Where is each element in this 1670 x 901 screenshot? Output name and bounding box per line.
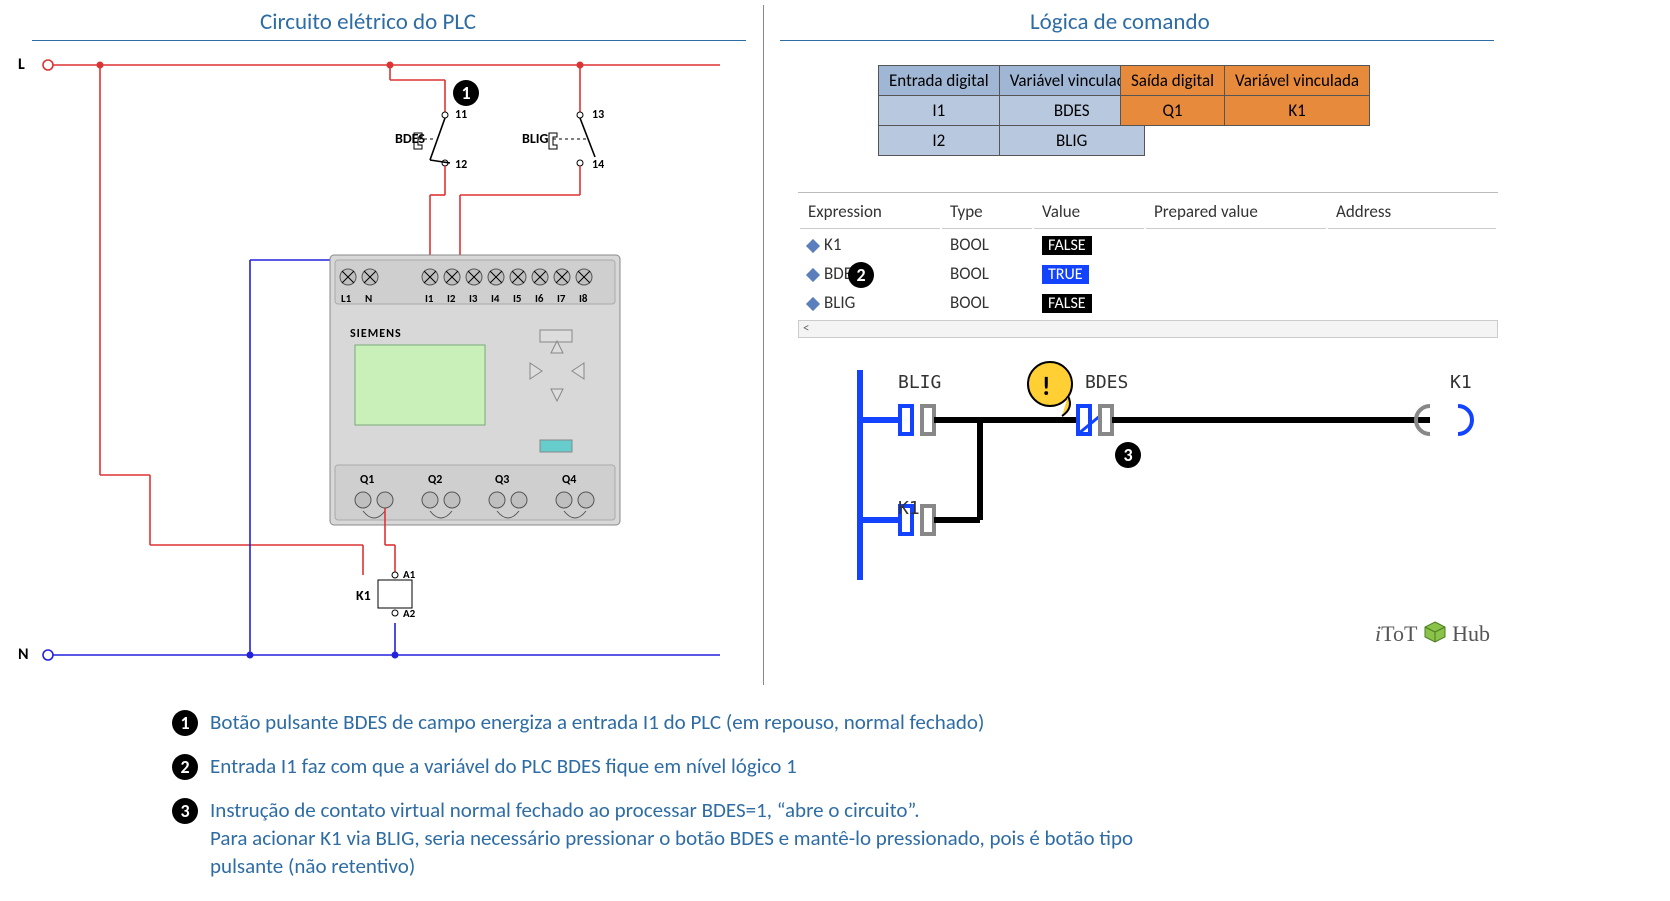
ladder-blig-label: BLIG xyxy=(898,372,941,393)
bullet-2: 2 xyxy=(172,754,198,780)
ladder-k1-coil-label: K1 xyxy=(1450,372,1472,393)
mon-col-type: Type xyxy=(942,195,1032,229)
mon-r0-type: BOOL xyxy=(942,231,1032,258)
mon-r2-val: FALSE xyxy=(1042,294,1092,313)
rail-n-label: N xyxy=(18,645,29,664)
bullet-3: 3 xyxy=(172,798,198,824)
blig-13: 13 xyxy=(592,108,604,122)
diamond-icon xyxy=(806,239,820,253)
bdes-label: BDES xyxy=(395,130,425,147)
rail-l-label: L xyxy=(18,55,25,74)
plc-in-i2: I2 xyxy=(447,292,456,305)
bdes-12: 12 xyxy=(455,158,467,172)
out-h1: Saída digital xyxy=(1121,66,1225,96)
relay-a2: A2 xyxy=(403,607,415,620)
plc-in-i6: I6 xyxy=(535,292,544,305)
mon-col-expr: Expression xyxy=(800,195,940,229)
mon-r2-type: BOOL xyxy=(942,289,1032,316)
diamond-icon xyxy=(806,297,820,311)
input-mapping-table: Entrada digitalVariável vinculada I1BDES… xyxy=(878,65,1145,156)
ladder-bdes-label: BDES xyxy=(1085,372,1128,393)
plc-q1: Q1 xyxy=(360,473,374,487)
plc-in-i5: I5 xyxy=(513,292,522,305)
bullet-3-marker: 3 xyxy=(1115,442,1141,468)
mon-r1-val: TRUE xyxy=(1042,265,1089,284)
explanation-1: Botão pulsante BDES de campo energiza a … xyxy=(210,708,984,736)
plc-in-i3: I3 xyxy=(469,292,478,305)
rule-right xyxy=(780,40,1494,41)
explanation-3b: Para acionar K1 via BLIG, seria necessár… xyxy=(210,824,1133,852)
diamond-icon xyxy=(806,268,820,282)
cube-icon xyxy=(1423,620,1447,644)
scroll-hint[interactable]: < xyxy=(798,320,1498,338)
mon-r0-name: K1 xyxy=(824,234,841,255)
relay-k1-label: K1 xyxy=(356,587,371,604)
rule-left xyxy=(32,40,746,41)
bdes-11: 11 xyxy=(455,108,467,122)
vertical-divider xyxy=(763,5,764,685)
bullet-1-marker: 1 xyxy=(453,80,479,106)
variable-monitor-table: Expression Type Value Prepared value Add… xyxy=(798,192,1498,318)
plc-in-i7: I7 xyxy=(557,292,566,305)
mon-col-addr: Address xyxy=(1328,195,1496,229)
out-h2: Variável vinculada xyxy=(1225,66,1370,96)
plc-q3: Q3 xyxy=(495,473,509,487)
explanation-2: Entrada I1 faz com que a variável do PLC… xyxy=(210,752,797,780)
relay-a1: A1 xyxy=(403,568,415,581)
mon-r0-val: FALSE xyxy=(1042,236,1092,255)
ladder-k1-seal-label: K1 xyxy=(898,498,920,519)
header-left: Circuito elétrico do PLC xyxy=(260,8,476,36)
brand-hub: Hub xyxy=(1452,621,1490,646)
plc-in-i1: I1 xyxy=(425,292,434,305)
header-right: Lógica de comando xyxy=(1030,8,1210,36)
in-r1c0: I2 xyxy=(879,126,1000,156)
plc-in-i8: I8 xyxy=(579,292,588,305)
plc-in-l1: L1 xyxy=(341,292,351,305)
plc-in-i4: I4 xyxy=(491,292,500,305)
in-r0c0: I1 xyxy=(879,96,1000,126)
brand-logo: iToT Hub xyxy=(1375,620,1490,647)
output-mapping-table: Saída digitalVariável vinculada Q1K1 xyxy=(1120,65,1370,126)
bullet-2-marker: 2 xyxy=(848,262,874,288)
electrical-circuit xyxy=(0,45,760,695)
mon-r1-type: BOOL xyxy=(942,260,1032,287)
plc-q4: Q4 xyxy=(562,473,576,487)
brand-tot: ToT xyxy=(1381,621,1417,646)
warning-icon: ! xyxy=(1042,370,1050,402)
mon-col-prep: Prepared value xyxy=(1146,195,1326,229)
plc-in-n: N xyxy=(365,292,372,305)
explanation-3a: Instrução de contato virtual normal fech… xyxy=(210,796,920,824)
out-r0c0: Q1 xyxy=(1121,96,1225,126)
mon-col-val: Value xyxy=(1034,195,1144,229)
out-r0c1: K1 xyxy=(1225,96,1370,126)
blig-label: BLIG xyxy=(522,130,548,147)
blig-14: 14 xyxy=(592,158,604,172)
bullet-1: 1 xyxy=(172,710,198,736)
mon-r2-name: BLIG xyxy=(824,292,855,313)
in-r1c1: BLIG xyxy=(999,126,1144,156)
in-h1: Entrada digital xyxy=(879,66,1000,96)
explanation-3c: pulsante (não retentivo) xyxy=(210,852,415,880)
plc-brand: SIEMENS xyxy=(350,327,402,341)
plc-q2: Q2 xyxy=(428,473,442,487)
